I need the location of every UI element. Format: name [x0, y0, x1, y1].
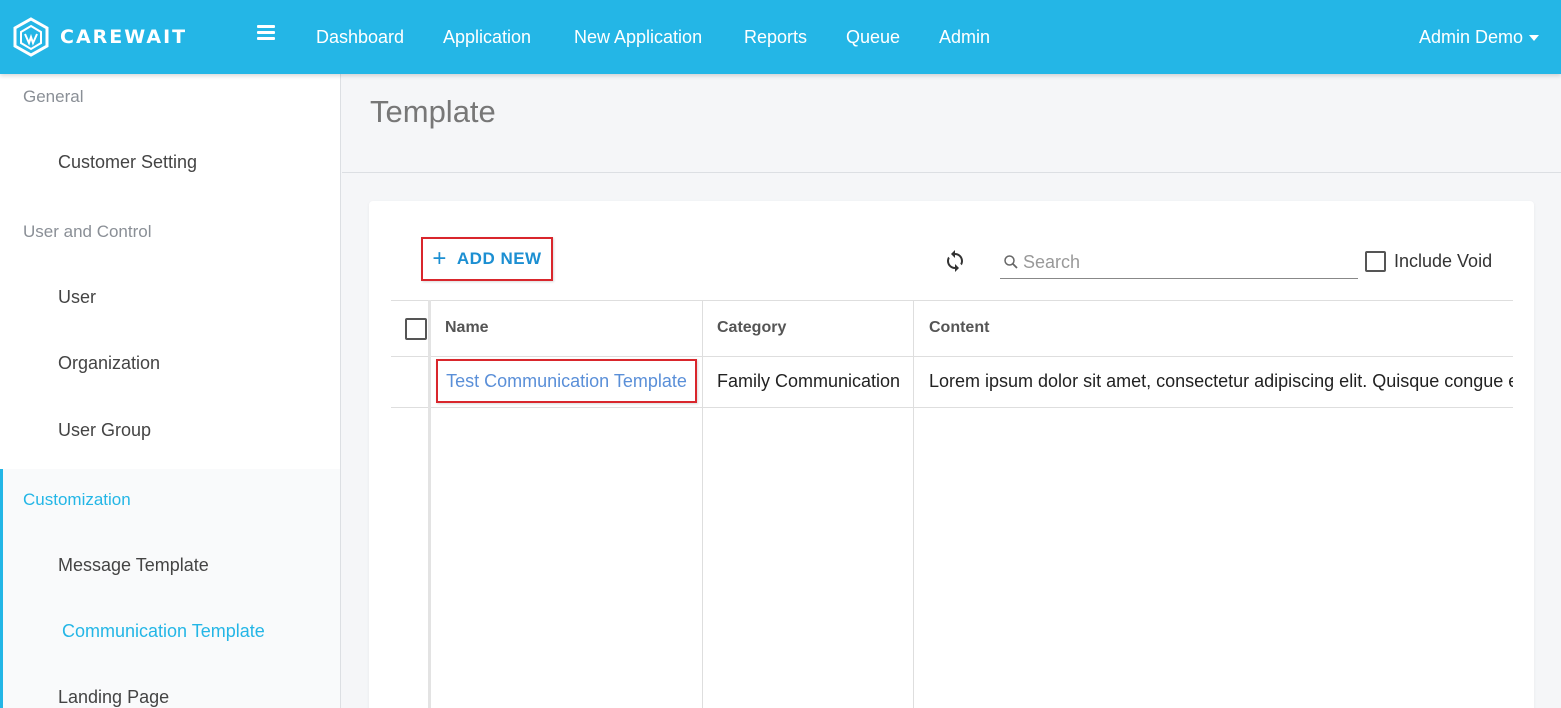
hamburger-icon[interactable]: [257, 25, 275, 41]
search-box: [1000, 246, 1358, 279]
sidebar-item-user-group[interactable]: User Group: [58, 420, 151, 441]
table-row-divider: [391, 407, 1513, 408]
brand-logo[interactable]: CAREWAIT: [12, 15, 187, 59]
page-title: Template: [370, 94, 496, 129]
admin-sidebar: General Customer Setting User and Contro…: [0, 74, 341, 708]
sidebar-item-message-template[interactable]: Message Template: [58, 555, 209, 576]
template-name-link[interactable]: Test Communication Template: [436, 359, 697, 403]
page-header: Template: [342, 74, 1561, 173]
template-card: + ADD NEW Include Void Name Category Con…: [369, 201, 1534, 708]
column-header-name[interactable]: Name: [445, 300, 489, 356]
search-input[interactable]: [1023, 251, 1343, 273]
search-icon: [1004, 255, 1018, 269]
sidebar-item-landing-page[interactable]: Landing Page: [58, 687, 169, 708]
nav-new-application[interactable]: New Application: [574, 0, 702, 74]
nav-application[interactable]: Application: [443, 0, 531, 74]
sidebar-section-customization[interactable]: Customization: [23, 490, 131, 510]
table-cell-content: Lorem ipsum dolor sit amet, consectetur …: [929, 371, 1513, 391]
sidebar-item-customer-setting[interactable]: Customer Setting: [58, 152, 197, 173]
include-void-checkbox[interactable]: Include Void: [1365, 251, 1492, 272]
select-all-checkbox[interactable]: [405, 318, 427, 340]
nav-dashboard[interactable]: Dashboard: [316, 0, 404, 74]
add-new-button[interactable]: + ADD NEW: [421, 237, 553, 281]
table-cell-category: Family Communication: [717, 371, 901, 391]
brand-name: CAREWAIT: [60, 26, 188, 48]
column-header-category[interactable]: Category: [717, 300, 786, 356]
column-header-content[interactable]: Content: [929, 300, 989, 356]
user-name: Admin Demo: [1418, 26, 1523, 47]
checkbox-icon[interactable]: [1365, 251, 1386, 272]
user-menu[interactable]: Admin Demo: [1419, 0, 1539, 74]
plus-icon: +: [432, 245, 447, 272]
nav-queue[interactable]: Queue: [846, 0, 900, 74]
nav-reports[interactable]: Reports: [744, 0, 807, 74]
include-void-label: Include Void: [1394, 251, 1493, 271]
top-navbar: CAREWAIT Dashboard Application New Appli…: [0, 0, 1561, 74]
table-column-divider: [428, 300, 431, 708]
table-column-divider: [702, 300, 703, 708]
add-new-label: ADD NEW: [456, 249, 542, 268]
template-table: Name Category Content Test Communication…: [391, 300, 1513, 708]
caret-down-icon: [1529, 35, 1539, 41]
sidebar-section-user-and-control: User and Control: [23, 222, 152, 241]
sidebar-item-organization[interactable]: Organization: [58, 353, 160, 374]
sidebar-item-user[interactable]: User: [58, 287, 96, 308]
logo-icon: [13, 17, 49, 57]
table-column-divider: [913, 300, 914, 708]
nav-admin[interactable]: Admin: [939, 0, 990, 74]
sidebar-section-general: General: [23, 87, 84, 106]
sidebar-item-communication-template[interactable]: Communication Template: [62, 621, 265, 642]
refresh-icon[interactable]: [943, 249, 967, 273]
